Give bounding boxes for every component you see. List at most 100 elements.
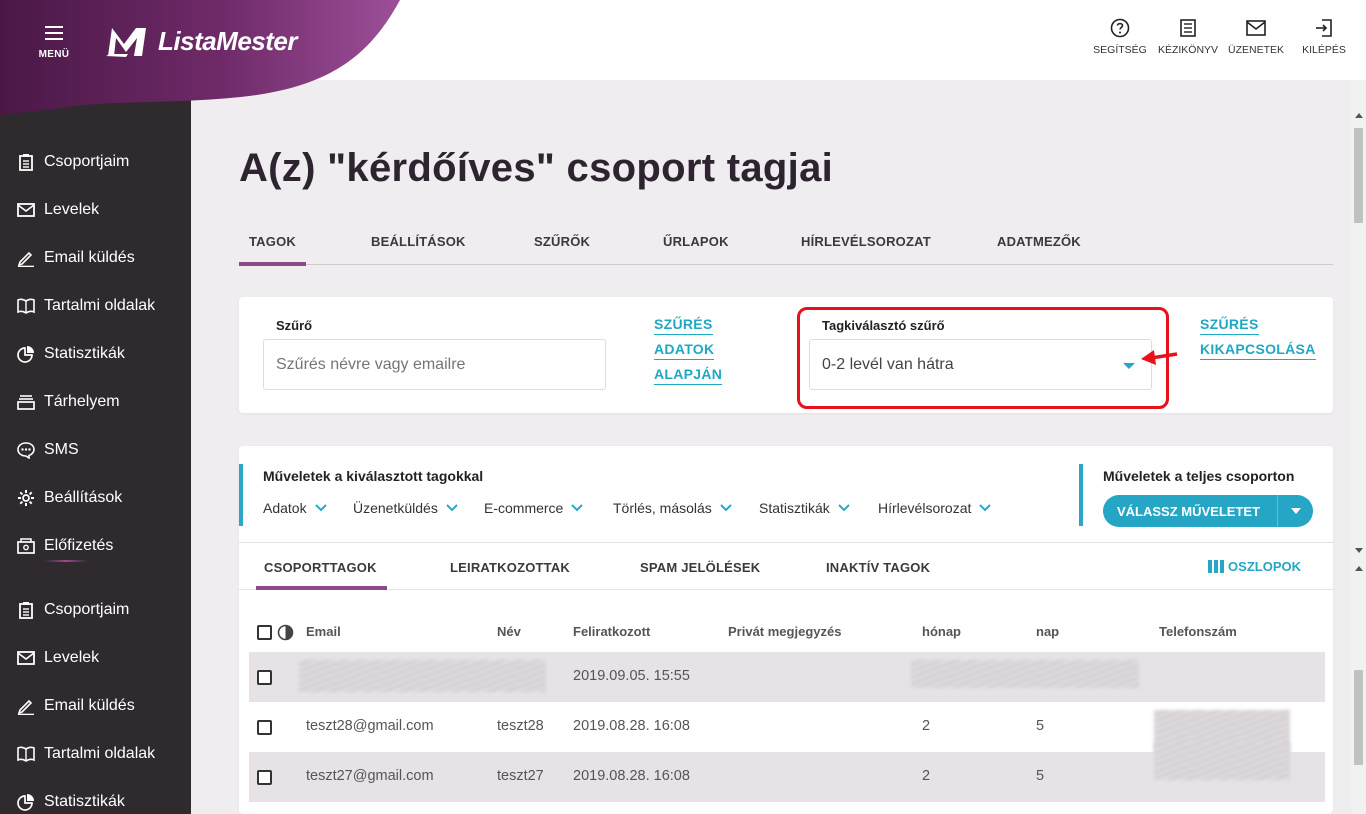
column-header-phone[interactable]: Telefonszám [1159,624,1237,639]
messages-button[interactable]: ÜZENETEK [1222,18,1290,56]
menu-button[interactable]: MENÜ [34,26,74,62]
pencil-icon [16,248,36,268]
scroll-down-arrow[interactable] [1355,548,1363,553]
column-header-day[interactable]: nap [1036,624,1059,639]
help-button[interactable]: SEGÍTSÉG [1086,18,1154,56]
tab-forms[interactable]: ŰRLAPOK [663,234,729,249]
invert-selection-icon[interactable] [277,624,294,641]
cell-subscribed: 2019.08.28. 16:08 [573,718,690,734]
sidebar-item-settings[interactable]: Beállítások [16,486,122,510]
page-scrollbar[interactable] [1351,80,1366,814]
dropdown-delete-copy[interactable]: Törlés, másolás [613,500,732,516]
column-header-subscribed[interactable]: Feliratkozott [573,624,650,639]
choose-operation-toggle[interactable] [1277,495,1313,527]
tab-filters[interactable]: SZŰRŐK [534,234,590,249]
sidebar-item-sms[interactable]: SMS [16,438,79,462]
dropdown-label: Törlés, másolás [613,500,712,516]
disable-filter-line2: KIKAPCSOLÁSA [1200,339,1316,360]
sidebar-item-label: Beállítások [44,489,123,506]
filter-by-data-button[interactable]: SZŰRÉS ADATOK ALAPJÁN [654,314,723,389]
menu-label: MENÜ [38,49,70,60]
chevron-down-icon [314,504,327,512]
table-row[interactable]: 2019.09.05. 15:55 [249,652,1325,702]
sidebar-item-label: Tartalmi oldalak [44,297,156,314]
tab-newsletter-series[interactable]: HÍRLEVÉLSOROZAT [801,234,931,249]
filter-by-data-line2: ADATOK [654,339,715,360]
filter-label: Szűrő [276,318,313,333]
dropdown-data[interactable]: Adatok [263,500,327,516]
tab-members[interactable]: TAGOK [239,234,306,266]
sidebar-item-storage[interactable]: Tárhelyem [16,390,120,414]
dropdown-statistics[interactable]: Statisztikák [759,500,850,516]
sidebar-item-letters[interactable]: Levelek [16,198,99,222]
choose-operation-button[interactable]: VÁLASSZ MŰVELETET [1103,495,1313,527]
logout-label: KILÉPÉS [1302,44,1346,56]
dropdown-messaging[interactable]: Üzenetküldés [353,500,458,516]
filter-by-data-line3: ALAPJÁN [654,364,723,385]
cell-month: 2 [922,768,931,784]
clipboard-icon [16,600,36,620]
envelope-icon [16,200,36,220]
logo[interactable]: ListaMester [104,24,298,58]
filter-by-data-line1: SZŰRÉS [654,314,713,335]
sidebar-item-label: Csoportjaim [44,601,130,618]
pie-chart-icon [16,792,36,812]
manual-button[interactable]: KÉZIKÖNYV [1154,18,1222,56]
sidebar-divider [44,560,88,562]
tab-data-fields[interactable]: ADATMEZŐK [997,234,1081,249]
tab-group-members[interactable]: CSOPORTTAGOK [256,560,387,590]
dropdown-newsletter-series[interactable]: Hírlevélsorozat [878,500,992,516]
column-header-private-note[interactable]: Privát megjegyzés [728,624,841,639]
red-arrow-icon [1141,350,1178,365]
chevron-down-icon [720,504,732,512]
sidebar-item-label: Tartalmi oldalak [44,745,156,762]
chevron-down-icon [446,504,458,512]
subscription-icon [16,536,36,556]
sidebar-item-statistics[interactable]: Statisztikák [16,790,125,814]
hamburger-icon [45,26,63,40]
chevron-down-icon [838,504,850,512]
redacted-month-day [911,660,1139,688]
dropdown-ecommerce[interactable]: E-commerce [484,500,584,516]
messages-label: ÜZENETEK [1227,44,1284,56]
sidebar-item-label: Levelek [44,649,100,666]
tab-spam-reports[interactable]: SPAM JELÖLÉSEK [640,560,760,575]
highlight-box [797,307,1169,409]
sidebar-item-subscription[interactable]: Előfizetés [16,534,113,558]
column-header-name[interactable]: Név [497,624,521,639]
table-row[interactable]: teszt27@gmail.com teszt27 2019.08.28. 16… [249,742,1325,802]
page-title: A(z) "kérdőíves" csoport tagjai [239,146,834,190]
columns-icon [1208,560,1225,573]
tab-inactive-members[interactable]: INAKTÍV TAGOK [826,560,930,575]
select-all-checkbox[interactable] [257,625,272,640]
scroll-thumb[interactable] [1354,128,1363,223]
logout-button[interactable]: KILÉPÉS [1290,18,1358,56]
scroll-up-arrow[interactable] [1355,566,1363,571]
sidebar-item-groups[interactable]: Csoportjaim [16,598,129,622]
member-tabs: CSOPORTTAGOK LEIRATKOZOTTAK SPAM JELÖLÉS… [239,542,1333,590]
sms-icon [16,440,36,460]
row-checkbox[interactable] [257,770,272,785]
tab-settings[interactable]: BEÁLLÍTÁSOK [371,234,466,249]
disable-filter-button[interactable]: SZŰRÉS KIKAPCSOLÁSA [1200,314,1316,364]
sidebar-item-send-email[interactable]: Email küldés [16,694,135,718]
tab-unsubscribed[interactable]: LEIRATKOZOTTAK [450,560,570,575]
sidebar-item-statistics[interactable]: Statisztikák [16,342,125,366]
sidebar-item-send-email[interactable]: Email küldés [16,246,135,270]
column-header-month[interactable]: hónap [922,624,961,639]
scroll-thumb[interactable] [1354,670,1363,765]
filter-search-input[interactable] [263,339,606,390]
columns-button[interactable]: OSZLOPOK [1208,559,1301,574]
top-header: MENÜ ListaMester SEGÍTSÉG KÉZIKÖNYV ÜZEN… [0,0,1366,115]
sidebar-item-letters[interactable]: Levelek [16,646,99,670]
sidebar-item-groups[interactable]: Csoportjaim [16,150,129,174]
row-checkbox[interactable] [257,670,272,685]
sidebar-item-content-pages[interactable]: Tartalmi oldalak [16,742,155,766]
sidebar-item-content-pages[interactable]: Tartalmi oldalak [16,294,155,318]
pencil-icon [16,696,36,716]
filter-card: Szűrő SZŰRÉS ADATOK ALAPJÁN Tagkiválaszt… [239,297,1333,413]
column-header-email[interactable]: Email [306,624,341,639]
cell-subscribed: 2019.08.28. 16:08 [573,768,690,784]
scroll-up-arrow[interactable] [1355,113,1363,118]
row-checkbox[interactable] [257,720,272,735]
